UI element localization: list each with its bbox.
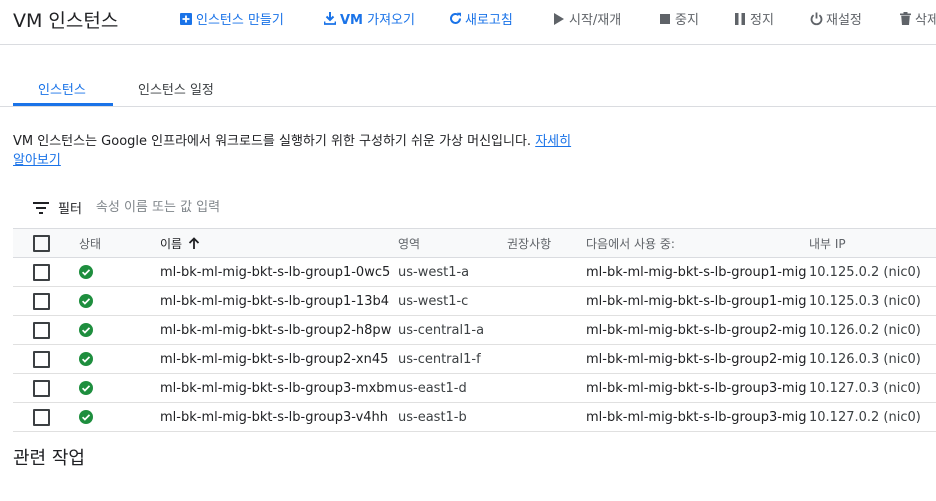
row-checkbox[interactable] (33, 321, 50, 339)
instance-name[interactable]: ml-bk-ml-mig-bkt-s-lb-group1-13b4 (160, 287, 389, 315)
table-row[interactable]: ml-bk-ml-mig-bkt-s-lb-group1-13b4 us-west… (13, 287, 936, 316)
column-header-in-use-by[interactable]: 다음에서 사용 중: (586, 229, 675, 257)
tab-instances[interactable]: 인스턴스 (38, 79, 86, 98)
status-ok-icon (79, 381, 93, 395)
pause-button[interactable]: 정지 (733, 9, 774, 28)
instance-internal-ip: 10.127.0.2 (nic0) (809, 409, 921, 425)
refresh-label: 새로고침 (465, 13, 513, 28)
instance-internal-ip: 10.125.0.2 (nic0) (809, 264, 921, 280)
column-header-name[interactable]: 이름 (160, 229, 200, 257)
instance-zone: us-west1-c (398, 293, 469, 309)
row-checkbox[interactable] (33, 292, 50, 310)
column-header-recommendation[interactable]: 권장사항 (507, 229, 551, 257)
play-icon (552, 11, 566, 27)
create-instance-button[interactable]: 인스턴스 만들기 (179, 9, 284, 28)
reset-label: 재설정 (826, 13, 862, 28)
pause-label: 정지 (750, 13, 774, 28)
row-checkbox[interactable] (33, 350, 50, 368)
status-ok-icon (79, 265, 93, 279)
instance-name[interactable]: ml-bk-ml-mig-bkt-s-lb-group3-mxbm (160, 374, 397, 402)
status-ok-icon (79, 352, 93, 366)
instance-in-use-by[interactable]: ml-bk-ml-mig-bkt-s-lb-group1-mig (586, 258, 806, 286)
tab-instance-schedules[interactable]: 인스턴스 일정 (138, 79, 214, 98)
instance-in-use-by[interactable]: ml-bk-ml-mig-bkt-s-lb-group2-mig (586, 316, 806, 344)
delete-button[interactable]: 삭제 (898, 9, 936, 28)
start-resume-label: 시작/재개 (569, 13, 622, 28)
column-header-internal-ip[interactable]: 내부 IP (809, 229, 846, 257)
instance-internal-ip: 10.125.0.3 (nic0) (809, 293, 921, 309)
instance-name[interactable]: ml-bk-ml-mig-bkt-s-lb-group2-xn45 (160, 345, 388, 373)
import-icon (323, 11, 337, 27)
start-resume-button[interactable]: 시작/재개 (552, 9, 621, 28)
column-header-name-label: 이름 (160, 236, 183, 251)
column-header-status[interactable]: 상태 (79, 229, 101, 257)
instance-in-use-by[interactable]: ml-bk-ml-mig-bkt-s-lb-group1-mig (586, 287, 806, 315)
active-tab-indicator (13, 103, 113, 106)
instance-in-use-by[interactable]: ml-bk-ml-mig-bkt-s-lb-group3-mig (586, 374, 806, 402)
instance-in-use-by[interactable]: ml-bk-ml-mig-bkt-s-lb-group2-mig (586, 345, 806, 373)
instance-zone: us-east1-d (398, 380, 467, 396)
instance-zone: us-west1-a (398, 264, 470, 280)
instance-internal-ip: 10.126.0.2 (nic0) (809, 322, 921, 338)
instance-internal-ip: 10.127.0.3 (nic0) (809, 380, 921, 396)
select-all-checkbox[interactable] (33, 234, 50, 252)
instance-name[interactable]: ml-bk-ml-mig-bkt-s-lb-group2-h8pw (160, 316, 391, 344)
power-icon (809, 11, 823, 27)
filter-label: 필터 (58, 202, 82, 217)
row-checkbox[interactable] (33, 263, 50, 281)
instance-zone: us-central1-f (398, 351, 481, 367)
instance-zone: us-east1-b (398, 409, 467, 425)
import-vm-button[interactable]: VM 가져오기 (323, 9, 415, 28)
table-row[interactable]: ml-bk-ml-mig-bkt-s-lb-group2-h8pw us-cent… (13, 316, 936, 345)
sort-ascending-icon (188, 237, 200, 249)
delete-label: 삭제 (915, 13, 936, 28)
refresh-button[interactable]: 새로고침 (448, 9, 513, 28)
row-checkbox[interactable] (33, 408, 50, 426)
reset-button[interactable]: 재설정 (809, 9, 862, 28)
instance-zone: us-central1-a (398, 322, 485, 338)
trash-icon (898, 11, 912, 27)
top-toolbar: VM 인스턴스 인스턴스 만들기 VM 가져오기 새로고침 시작/재개 중지 정… (0, 0, 936, 45)
table-row[interactable]: ml-bk-ml-mig-bkt-s-lb-group3-v4hh us-east… (13, 403, 936, 432)
instance-in-use-by[interactable]: ml-bk-ml-mig-bkt-s-lb-group3-mig (586, 403, 806, 431)
import-vm-label-prefix: VM (340, 13, 363, 28)
table-row[interactable]: ml-bk-ml-mig-bkt-s-lb-group3-mxbm us-east… (13, 374, 936, 403)
table-header: 상태 이름 영역 권장사항 다음에서 사용 중: 내부 IP (13, 228, 936, 258)
instance-name[interactable]: ml-bk-ml-mig-bkt-s-lb-group3-v4hh (160, 403, 388, 431)
instance-internal-ip: 10.126.0.3 (nic0) (809, 351, 921, 367)
filter-bar: 필터 (33, 198, 396, 217)
table-row[interactable]: ml-bk-ml-mig-bkt-s-lb-group1-0wc5 us-west… (13, 258, 936, 287)
table-row[interactable]: ml-bk-ml-mig-bkt-s-lb-group2-xn45 us-cent… (13, 345, 936, 374)
status-ok-icon (79, 323, 93, 337)
row-checkbox[interactable] (33, 379, 50, 397)
stop-label: 중지 (675, 13, 699, 28)
page-description: VM 인스턴스는 Google 인프라에서 워크로드를 실행하기 위한 구성하기… (13, 132, 573, 170)
filter-input[interactable] (95, 200, 396, 215)
related-actions-heading: 관련 작업 (13, 448, 85, 469)
status-ok-icon (79, 410, 93, 424)
description-text: VM 인스턴스는 Google 인프라에서 워크로드를 실행하기 위한 구성하기… (13, 134, 532, 149)
refresh-icon (448, 11, 462, 27)
pause-icon (733, 11, 747, 27)
page-title: VM 인스턴스 (13, 10, 119, 32)
import-vm-label: 가져오기 (363, 13, 415, 28)
tab-bar: 인스턴스 인스턴스 일정 (0, 72, 936, 107)
column-header-zone[interactable]: 영역 (398, 229, 420, 257)
create-instance-label: 인스턴스 만들기 (196, 13, 284, 28)
instances-table: 상태 이름 영역 권장사항 다음에서 사용 중: 내부 IP ml-bk-ml-… (13, 228, 936, 432)
status-ok-icon (79, 294, 93, 308)
stop-icon (658, 11, 672, 27)
add-box-icon (179, 11, 193, 27)
filter-icon (33, 201, 49, 214)
stop-button[interactable]: 중지 (658, 9, 699, 28)
instance-name[interactable]: ml-bk-ml-mig-bkt-s-lb-group1-0wc5 (160, 258, 390, 286)
